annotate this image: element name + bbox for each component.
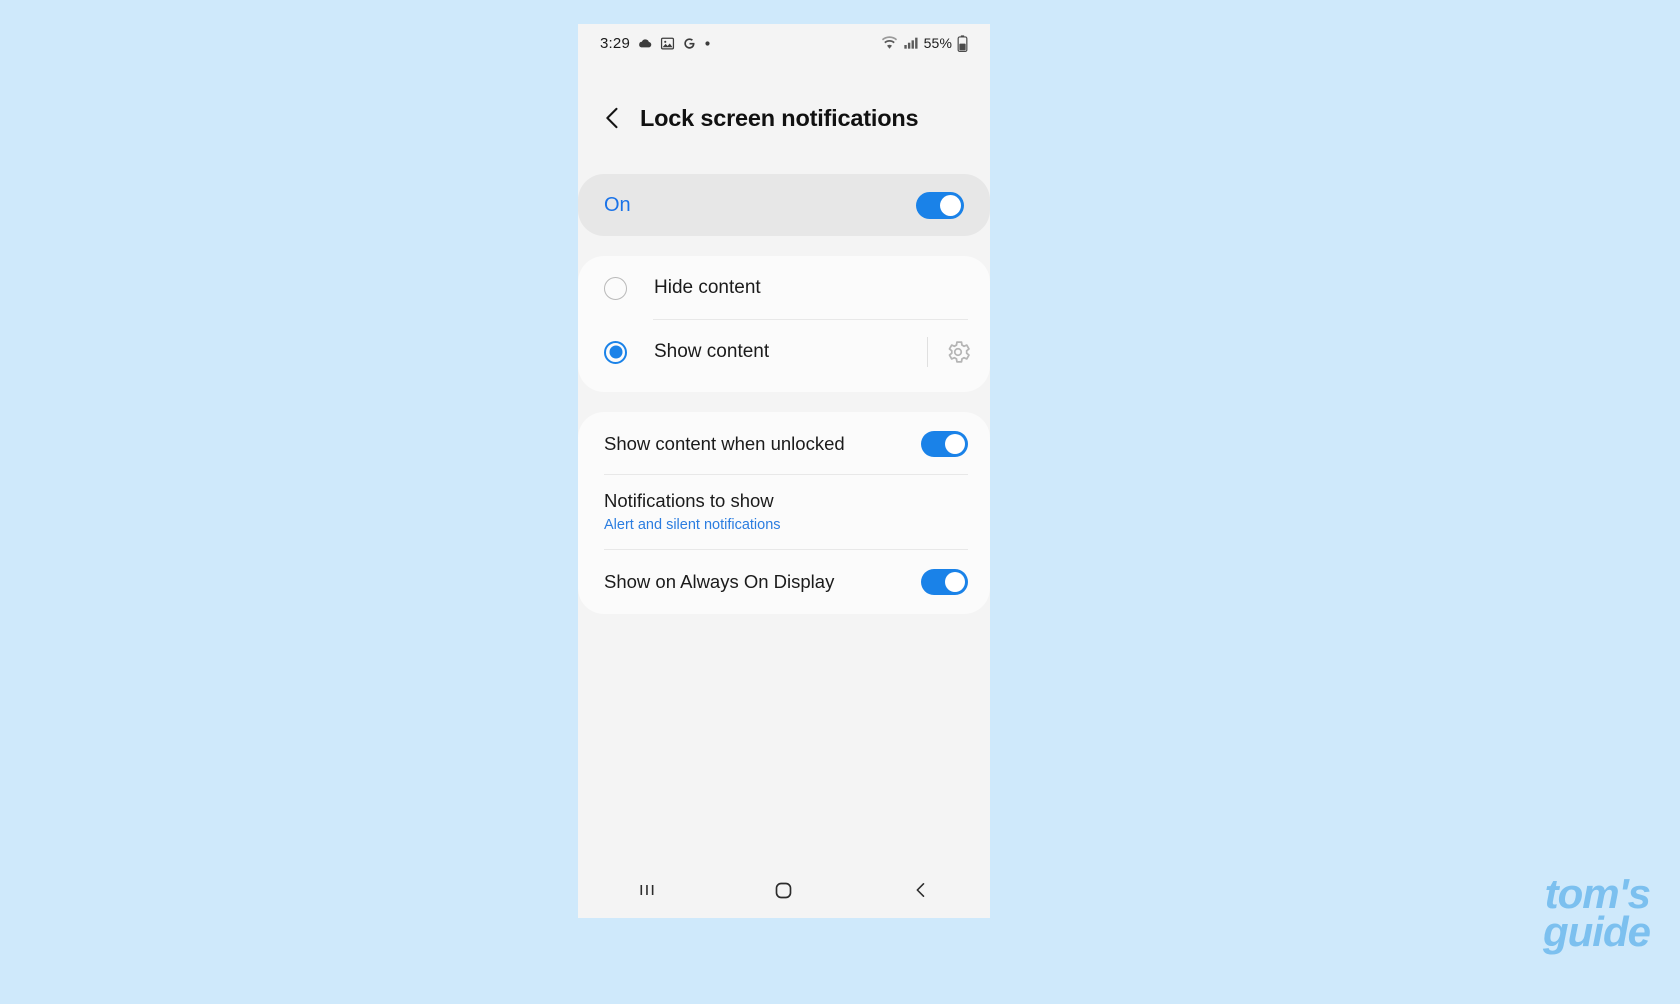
settings-card: Show content when unlocked Notifications… bbox=[578, 412, 990, 614]
settings-row-notifications-to-show[interactable]: Notifications to show Alert and silent n… bbox=[578, 475, 990, 550]
status-clock: 3:29 bbox=[600, 34, 630, 52]
back-chevron-icon[interactable] bbox=[600, 105, 626, 131]
battery-percent-label: 55% bbox=[923, 35, 952, 51]
radio-label-show-content: Show content bbox=[654, 341, 770, 362]
home-icon bbox=[776, 882, 792, 898]
master-toggle-knob bbox=[940, 194, 961, 216]
status-bar-right: 55% bbox=[881, 34, 968, 52]
google-icon bbox=[684, 37, 695, 49]
watermark-line2: guide bbox=[1543, 908, 1651, 956]
settings-row-text: Show on Always On Display bbox=[604, 570, 834, 593]
content-options-card: Hide content Show content bbox=[578, 256, 990, 392]
master-toggle-label: On bbox=[604, 193, 631, 216]
radio-row-show-content[interactable]: Show content bbox=[578, 320, 990, 384]
page-header: Lock screen notifications bbox=[578, 86, 990, 150]
dot-icon bbox=[705, 40, 710, 46]
toggle-knob bbox=[945, 433, 965, 454]
settings-row-title: Show on Always On Display bbox=[604, 570, 835, 592]
settings-row-subtitle: Alert and silent notifications bbox=[604, 517, 781, 534]
navigation-bar bbox=[578, 862, 990, 918]
toggle-knob bbox=[945, 571, 965, 592]
settings-row-title: Notifications to show bbox=[604, 490, 774, 511]
radio-hide-content[interactable] bbox=[604, 276, 627, 300]
phone-screen: 3:29 55% Lock screen notifications On Hi… bbox=[578, 24, 990, 918]
settings-row-always-on-display[interactable]: Show on Always On Display bbox=[578, 550, 990, 613]
wifi-icon bbox=[881, 35, 897, 49]
recents-icon bbox=[640, 885, 654, 895]
gear-icon[interactable] bbox=[944, 338, 972, 366]
home-button[interactable] bbox=[754, 870, 814, 910]
back-button[interactable] bbox=[891, 870, 951, 910]
radio-label-hide-content: Hide content bbox=[654, 277, 761, 298]
watermark: tom's guide bbox=[1543, 872, 1651, 956]
page-title: Lock screen notifications bbox=[640, 104, 919, 131]
show-on-always-on-display-switch[interactable] bbox=[921, 568, 968, 595]
status-bar-left: 3:29 bbox=[600, 35, 711, 52]
recents-button[interactable] bbox=[617, 870, 677, 910]
status-bar: 3:29 55% bbox=[578, 24, 990, 62]
settings-row-text: Notifications to show Alert and silent n… bbox=[604, 489, 781, 535]
settings-row-show-content-unlocked[interactable]: Show content when unlocked bbox=[578, 412, 990, 475]
settings-row-text: Show content when unlocked bbox=[604, 432, 845, 455]
radio-show-content[interactable] bbox=[604, 340, 627, 364]
photos-icon bbox=[660, 37, 675, 49]
gear-separator bbox=[927, 337, 928, 367]
radio-row-hide-content[interactable]: Hide content bbox=[578, 256, 990, 320]
cloud-icon bbox=[639, 39, 652, 48]
master-toggle-switch[interactable] bbox=[916, 191, 964, 219]
master-toggle-row[interactable]: On bbox=[578, 174, 990, 236]
signal-icon bbox=[904, 37, 918, 49]
battery-icon bbox=[957, 34, 968, 52]
settings-row-title: Show content when unlocked bbox=[604, 432, 845, 454]
back-icon bbox=[916, 883, 925, 897]
show-content-when-unlocked-switch[interactable] bbox=[921, 430, 968, 457]
